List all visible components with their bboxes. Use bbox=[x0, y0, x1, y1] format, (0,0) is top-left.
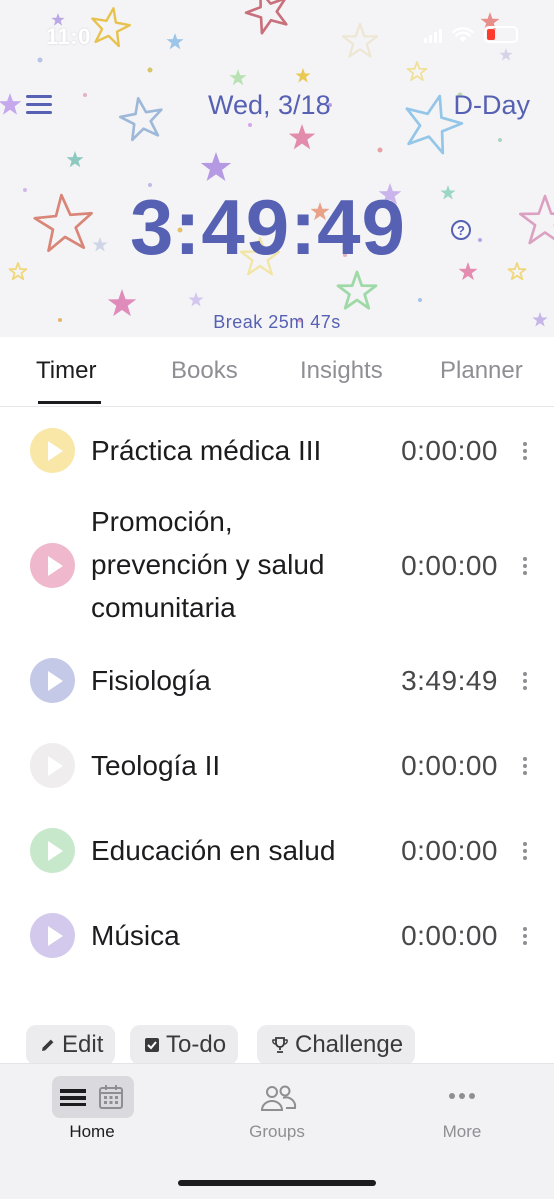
subject-name: Teología II bbox=[91, 750, 221, 781]
subject-name: Educación en salud bbox=[91, 835, 336, 866]
list-icon bbox=[60, 1089, 86, 1106]
subject-row: Promoción, prevención y salud comunitari… bbox=[0, 506, 554, 673]
nav-more-label: More bbox=[442, 1122, 482, 1141]
status-time: 11:0 bbox=[46, 24, 91, 49]
date-label: Wed, 3/18 bbox=[208, 90, 331, 120]
nav-more[interactable]: More bbox=[370, 1064, 554, 1164]
subject-name: Fisiología bbox=[91, 665, 211, 696]
menu-icon[interactable] bbox=[26, 95, 54, 117]
tab-insights[interactable]: Insights bbox=[300, 357, 383, 385]
subject-time: 0:00:00 bbox=[401, 835, 498, 866]
total-study-timer: 3:49:49 bbox=[130, 183, 406, 271]
subject-time: 3:49:49 bbox=[401, 665, 498, 696]
more-options-icon[interactable] bbox=[521, 757, 529, 777]
play-button[interactable] bbox=[30, 543, 75, 588]
pencil-icon bbox=[42, 1039, 54, 1051]
subject-time: 0:00:00 bbox=[401, 435, 498, 466]
more-options-icon[interactable] bbox=[521, 442, 529, 462]
main-tabs: Timer Books Insights Planner bbox=[0, 337, 554, 407]
bottom-navigation: Home Groups More bbox=[0, 1063, 554, 1199]
nav-groups[interactable]: Groups bbox=[185, 1064, 369, 1164]
trophy-icon bbox=[272, 1037, 288, 1053]
active-tab-indicator bbox=[38, 401, 101, 404]
nav-home-label: Home bbox=[69, 1122, 115, 1141]
more-options-icon[interactable] bbox=[521, 927, 529, 947]
status-icons bbox=[424, 26, 518, 43]
play-button[interactable] bbox=[30, 828, 75, 873]
subject-row: Teología II 0:00:00 bbox=[0, 743, 554, 828]
nav-home[interactable]: Home bbox=[0, 1064, 184, 1164]
subject-name: Música bbox=[91, 920, 180, 951]
dday-button[interactable]: D-Day bbox=[453, 90, 530, 121]
tab-books[interactable]: Books bbox=[171, 357, 238, 385]
challenge-button[interactable]: Challenge bbox=[257, 1025, 416, 1065]
play-button[interactable] bbox=[30, 913, 75, 958]
home-icon-group bbox=[52, 1076, 134, 1118]
subject-row: Educación en salud 0:00:00 bbox=[0, 828, 554, 913]
break-time-label: Break 25m 47s bbox=[213, 312, 341, 332]
play-button[interactable] bbox=[30, 428, 75, 473]
checkbox-icon bbox=[145, 1038, 159, 1052]
nav-groups-label: Groups bbox=[249, 1122, 305, 1141]
status-bar: 11:0 bbox=[0, 18, 554, 58]
subject-row: Fisiología 3:49:49 bbox=[0, 658, 554, 743]
more-options-icon[interactable] bbox=[521, 672, 529, 692]
todo-label: To-do bbox=[166, 1031, 227, 1058]
play-button[interactable] bbox=[30, 658, 75, 703]
todo-button[interactable]: To-do bbox=[130, 1025, 239, 1065]
subject-time: 0:00:00 bbox=[401, 750, 498, 781]
subject-time: 0:00:00 bbox=[401, 550, 498, 581]
subject-name: Promoción, prevención y salud comunitari… bbox=[91, 506, 325, 623]
tab-timer[interactable]: Timer bbox=[36, 357, 96, 385]
tab-planner[interactable]: Planner bbox=[440, 357, 523, 385]
subject-time: 0:00:00 bbox=[401, 920, 498, 951]
people-icon bbox=[260, 1085, 297, 1111]
play-button[interactable] bbox=[30, 743, 75, 788]
edit-button[interactable]: Edit bbox=[26, 1025, 116, 1065]
header: 11:0 Wed, 3/18 D-Day 3:49:49 ? Break 25m… bbox=[0, 0, 554, 337]
help-icon[interactable]: ? bbox=[451, 220, 471, 240]
subject-name: Práctica médica III bbox=[91, 435, 322, 466]
battery-icon bbox=[484, 26, 518, 43]
more-options-icon[interactable] bbox=[521, 557, 529, 577]
challenge-label: Challenge bbox=[295, 1031, 404, 1058]
home-indicator bbox=[178, 1180, 376, 1186]
cellular-signal-icon bbox=[424, 27, 442, 43]
calendar-icon bbox=[99, 1085, 123, 1109]
more-options-icon[interactable] bbox=[521, 842, 529, 862]
ellipsis-icon bbox=[449, 1093, 475, 1099]
subject-row: Música 0:00:00 bbox=[0, 913, 554, 998]
edit-label: Edit bbox=[62, 1031, 104, 1058]
wifi-icon bbox=[452, 26, 474, 42]
